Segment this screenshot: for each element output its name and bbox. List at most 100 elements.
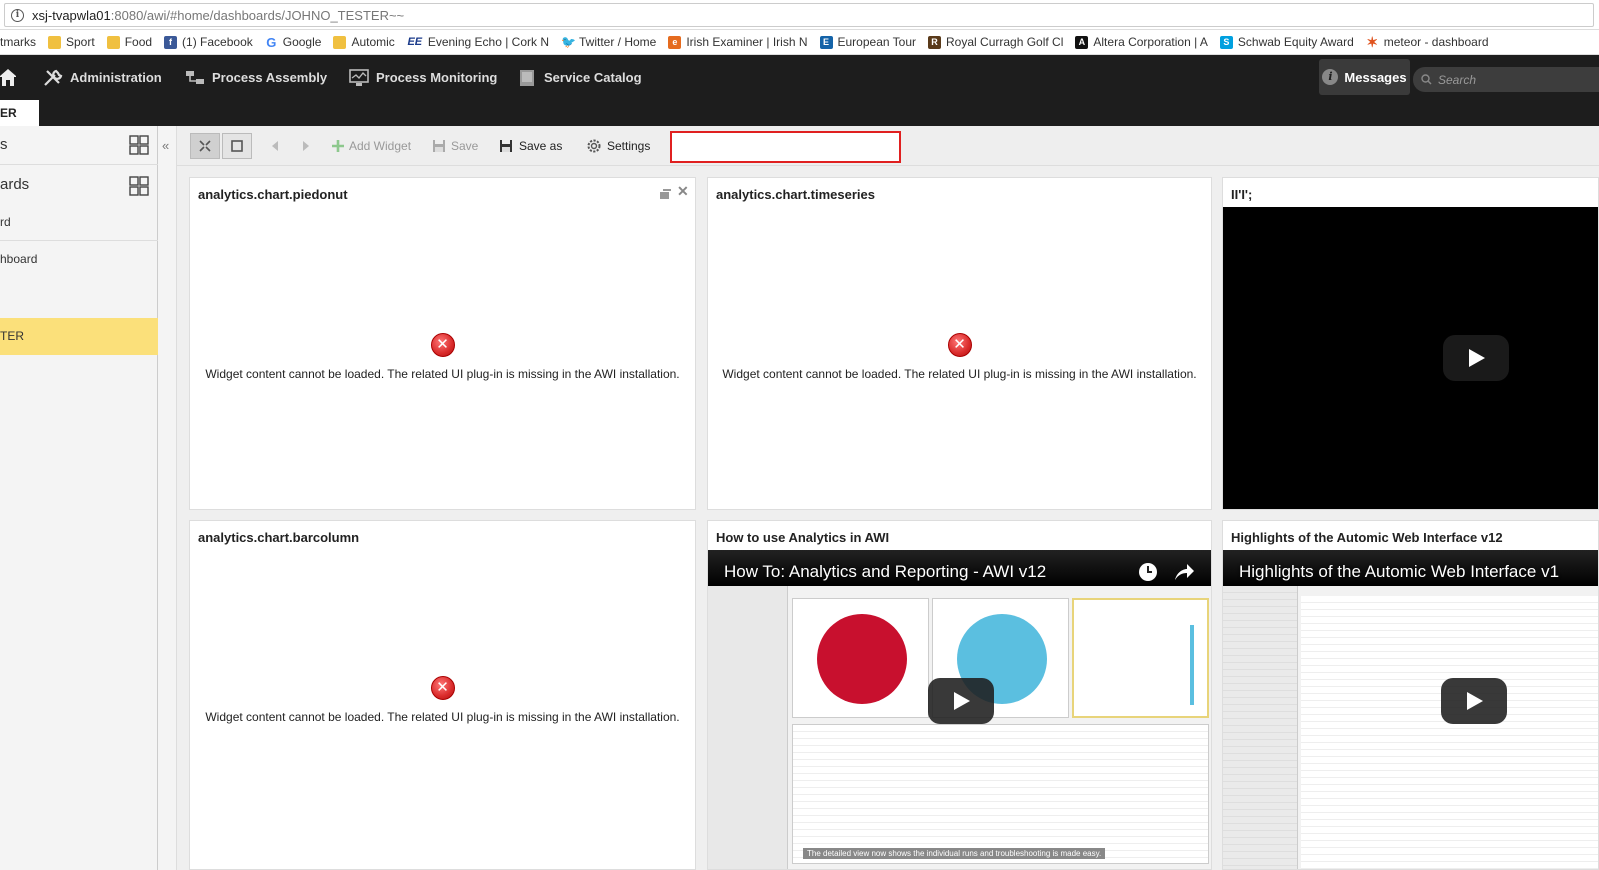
bookmark-bookmarks[interactable]: tmarks — [0, 35, 36, 49]
widget-title: analytics.chart.piedonut — [198, 187, 348, 202]
bookmark-google[interactable]: G Google — [265, 34, 321, 50]
maximize-icon[interactable] — [659, 188, 672, 200]
fullscreen-layout-icon — [231, 140, 243, 152]
video-caption: The detailed view now shows the individu… — [803, 848, 1106, 859]
nav-process-monitoring[interactable]: Process Monitoring — [349, 55, 497, 100]
video-frame: The detailed view now shows the individu… — [708, 586, 1211, 869]
search-icon — [1421, 74, 1432, 85]
chevron-right-icon — [303, 141, 309, 151]
error-panel: ✕ Widget content cannot be loaded. The r… — [190, 676, 695, 724]
facebook-icon: f — [164, 35, 178, 49]
close-icon[interactable]: ✕ — [677, 183, 689, 200]
widget-timeseries[interactable]: analytics.chart.timeseries ✕ Widget cont… — [707, 177, 1212, 510]
info-icon[interactable]: i — [11, 8, 24, 22]
video-frame-table — [1301, 596, 1598, 869]
clock-icon[interactable] — [1138, 562, 1158, 582]
previous-button[interactable] — [270, 126, 280, 166]
dashboard-tab-strip: ER — [0, 100, 1599, 126]
nav-service-catalog[interactable]: Service Catalog — [517, 55, 642, 100]
widget-title: Highlights of the Automic Web Interface … — [1231, 530, 1503, 545]
sidebar-item-johno-tester[interactable]: TER — [0, 318, 158, 355]
url-host: xsj-tvapwla01 — [32, 7, 111, 23]
widget-video-black[interactable]: II'I'; — [1222, 177, 1599, 510]
highlight-box — [670, 131, 901, 163]
schwab-icon: S — [1219, 35, 1233, 49]
nav-process-assembly[interactable]: Process Assembly — [185, 55, 327, 100]
sidebar-divider — [0, 164, 158, 165]
altera-icon: A — [1075, 35, 1089, 49]
add-widget-button[interactable]: Add Widget — [331, 126, 411, 166]
bookmark-european-tour[interactable]: E European Tour — [819, 35, 916, 49]
sidebar-collapse-bar[interactable]: « — [158, 126, 177, 870]
video-player[interactable]: The detailed view now shows the individu… — [708, 550, 1211, 869]
tab-johno-tester[interactable]: ER — [0, 100, 39, 126]
folder-icon — [48, 35, 61, 49]
video-frame-bar — [1190, 625, 1194, 705]
bookmark-evening-echo[interactable]: EE Evening Echo | Cork N — [407, 35, 549, 49]
video-player[interactable]: Highlights of the Automic Web Interface … — [1223, 550, 1598, 869]
grid-layout-icon[interactable] — [129, 176, 149, 196]
meteor-icon: ✶ — [1366, 33, 1379, 50]
share-icon[interactable] — [1173, 562, 1195, 582]
sidebar-divider — [0, 240, 158, 241]
video-frame-sidebar — [708, 586, 788, 869]
nav-administration[interactable]: Administration — [43, 55, 162, 100]
widget-title: How to use Analytics in AWI — [716, 530, 890, 545]
error-message: Widget content cannot be loaded. The rel… — [722, 367, 1197, 381]
bookmark-altera[interactable]: A Altera Corporation | A — [1075, 35, 1208, 49]
widget-video-highlights[interactable]: Highlights of the Automic Web Interface … — [1222, 520, 1599, 870]
compact-layout-icon — [199, 140, 211, 152]
bookmark-royal-curragh[interactable]: R Royal Curragh Golf Cl — [928, 35, 1063, 49]
video-player[interactable] — [1223, 207, 1598, 509]
settings-button[interactable]: Settings — [586, 126, 650, 166]
video-frame-panel — [792, 598, 929, 718]
bookmark-meteor[interactable]: ✶ meteor - dashboard — [1366, 33, 1488, 50]
error-message: Widget content cannot be loaded. The rel… — [205, 710, 680, 724]
bookmark-twitter[interactable]: 🐦 Twitter / Home — [561, 35, 656, 49]
plus-icon — [332, 140, 344, 152]
bookmarks-bar: tmarks Sport Food f (1) Facebook G Google … — [0, 30, 1599, 55]
royal-curragh-icon: R — [928, 35, 942, 49]
home-icon[interactable] — [0, 67, 16, 87]
bookmark-sport[interactable]: Sport — [48, 35, 95, 49]
error-panel: ✕ Widget content cannot be loaded. The r… — [708, 333, 1211, 381]
search-input[interactable] — [1438, 72, 1588, 87]
gear-icon — [587, 139, 601, 153]
google-icon: G — [266, 34, 277, 50]
play-icon[interactable] — [1441, 678, 1507, 724]
messages-button[interactable]: i Messages — [1319, 59, 1410, 95]
save-button[interactable]: Save — [432, 126, 478, 166]
widget-title: analytics.chart.timeseries — [716, 187, 875, 202]
widget-video-analytics[interactable]: How to use Analytics in AWI The detailed… — [707, 520, 1212, 870]
monitor-icon — [349, 68, 369, 86]
bookmark-irish-examiner[interactable]: e Irish Examiner | Irish N — [668, 35, 808, 49]
play-icon[interactable] — [928, 678, 994, 724]
save-as-icon — [500, 140, 512, 152]
video-frame-sidebar — [1223, 586, 1298, 869]
browser-address-bar: i xsj-tvapwla01:8080/awi/#home/dashboard… — [0, 0, 1599, 30]
widget-barcolumn[interactable]: analytics.chart.barcolumn ✕ Widget conte… — [189, 520, 696, 870]
process-assembly-icon — [186, 70, 204, 84]
layout-single-button[interactable] — [222, 133, 252, 159]
sidebar-item[interactable]: hboard — [0, 252, 158, 268]
layout-grid-button[interactable] — [190, 133, 220, 159]
url-field[interactable]: i xsj-tvapwla01:8080/awi/#home/dashboard… — [4, 3, 1594, 27]
next-button[interactable] — [301, 126, 311, 166]
twitter-icon: 🐦 — [560, 34, 576, 49]
bookmark-facebook[interactable]: f (1) Facebook — [164, 35, 253, 49]
save-icon — [433, 140, 445, 152]
grid-layout-icon[interactable] — [129, 135, 149, 155]
bookmark-automic[interactable]: Automic — [333, 35, 395, 49]
bookmark-schwab[interactable]: S Schwab Equity Award — [1219, 35, 1354, 49]
bookmark-food[interactable]: Food — [106, 35, 152, 49]
url-path: :8080/awi/#home/dashboards/JOHNO_TESTER~… — [110, 7, 405, 23]
error-icon: ✕ — [430, 333, 455, 357]
widget-piedonut[interactable]: analytics.chart.piedonut ✕ ✕ Widget cont… — [189, 177, 696, 510]
sidebar-item[interactable]: rd — [0, 215, 158, 231]
tools-icon — [44, 69, 63, 86]
video-frame — [1223, 586, 1598, 869]
collapse-icon[interactable]: « — [162, 138, 169, 153]
play-icon[interactable] — [1443, 335, 1509, 381]
app-header: Administration Process Assembly Process … — [0, 55, 1599, 100]
save-as-button[interactable]: Save as — [499, 126, 562, 166]
